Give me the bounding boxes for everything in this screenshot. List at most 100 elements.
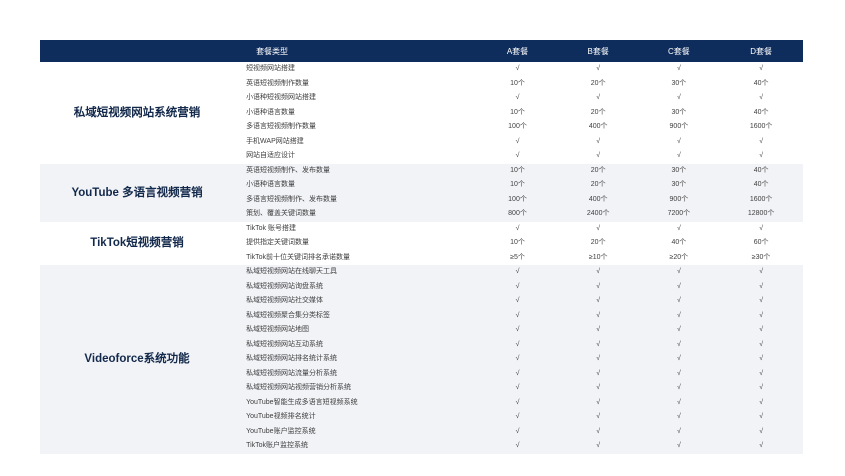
- plan-d-value: 40个: [719, 178, 803, 193]
- plan-d-value: √: [719, 366, 803, 381]
- feature-label: YouTube智能生成多语言短视频系统: [234, 395, 478, 410]
- plan-a-value: √: [477, 366, 558, 381]
- plan-b-value: 20个: [557, 163, 639, 178]
- plan-a-value: √: [477, 410, 558, 425]
- plan-b-value: 400个: [557, 192, 639, 207]
- plan-c-value: √: [638, 149, 720, 164]
- plan-b-value: √: [557, 424, 639, 439]
- pricing-table: 套餐类型 A套餐 B套餐 C套餐 D套餐 私域短视频网站系统营销 短视频网站搭建 √…: [40, 40, 803, 454]
- plan-a-value: √: [477, 265, 558, 280]
- feature-label: 小语种语言数量: [234, 178, 478, 193]
- plan-c-value: √: [638, 62, 720, 77]
- header-plan-d: D套餐: [719, 40, 803, 62]
- plan-c-value: √: [638, 221, 720, 236]
- plan-b-value: √: [557, 395, 639, 410]
- table-row: TikTok短视频营销 TikTok 账号搭建 √ √ √ √: [40, 221, 803, 265]
- plan-d-value: √: [719, 395, 803, 410]
- plan-d-value: √: [719, 424, 803, 439]
- plan-a-value: √: [477, 424, 558, 439]
- feature-label: 多语言短视频制作、发布数量: [234, 192, 478, 207]
- plan-c-value: √: [638, 323, 720, 338]
- plan-a-value: √: [477, 294, 558, 309]
- feature-label: 手机WAP网站搭建: [234, 134, 478, 149]
- plan-c-value: 30个: [638, 163, 720, 178]
- plan-b-value: √: [557, 410, 639, 425]
- plan-c-value: √: [638, 265, 720, 280]
- header-spacer: [40, 40, 235, 62]
- plan-a-value: √: [477, 62, 558, 77]
- feature-label: 网站自适应设计: [234, 149, 478, 164]
- section-title: 私域短视频网站系统营销: [40, 62, 235, 164]
- plan-b-value: √: [557, 134, 639, 149]
- plan-a-value: √: [477, 134, 558, 149]
- plan-a-value: 100个: [477, 192, 558, 207]
- plan-c-value: 900个: [638, 120, 720, 135]
- plan-c-value: √: [638, 395, 720, 410]
- plan-a-value: 10个: [477, 76, 558, 91]
- plan-d-value: √: [719, 410, 803, 425]
- plan-d-value: √: [719, 91, 803, 106]
- plan-c-value: √: [638, 91, 720, 106]
- plan-c-value: 900个: [638, 192, 720, 207]
- plan-b-value: 2400个: [557, 207, 639, 222]
- plan-a-value: √: [477, 279, 558, 294]
- plan-c-value: √: [638, 134, 720, 149]
- section-youtube: YouTube 多语言视频营销 英语短视频制作、发布数量 10个 20个 30个 40个小…: [40, 163, 803, 222]
- plan-a-value: 10个: [477, 236, 558, 251]
- feature-label: 私域短视频网站互动系统: [234, 337, 478, 352]
- plan-d-value: 12800个: [719, 207, 803, 222]
- plan-a-value: 10个: [477, 163, 558, 178]
- plan-a-value: 10个: [477, 178, 558, 193]
- feature-label: 私域短视频网站视频营销分析系统: [234, 381, 478, 396]
- feature-label: TikTok前十位关键词排名承诺数量: [234, 250, 478, 265]
- feature-label: 私域短视频网站社交媒体: [234, 294, 478, 309]
- table-row: 私域短视频网站系统营销 短视频网站搭建 √ √ √ √: [40, 62, 803, 164]
- plan-b-value: 20个: [557, 236, 639, 251]
- plan-d-value: 1600个: [719, 192, 803, 207]
- plan-d-value: √: [719, 439, 803, 454]
- plan-c-value: √: [638, 366, 720, 381]
- plan-d-value: 40个: [719, 163, 803, 178]
- plan-b-value: 20个: [557, 76, 639, 91]
- plan-d-value: √: [719, 62, 803, 77]
- plan-c-value: 30个: [638, 105, 720, 120]
- section-tiktok: TikTok短视频营销 TikTok 账号搭建 √ √ √ √ 提供指定关键词数量 10个 20…: [40, 221, 803, 265]
- plan-c-value: 40个: [638, 236, 720, 251]
- plan-c-value: √: [638, 337, 720, 352]
- plan-b-value: √: [557, 149, 639, 164]
- plan-d-value: √: [719, 323, 803, 338]
- feature-label: 短视频网站搭建: [234, 62, 478, 77]
- plan-a-value: 100个: [477, 120, 558, 135]
- section-title: YouTube 多语言视频营销: [40, 163, 235, 222]
- plan-b-value: √: [557, 366, 639, 381]
- header-package-type: 套餐类型: [234, 40, 478, 62]
- plan-d-value: √: [719, 221, 803, 236]
- feature-label: 私域短视频网站排名统计系统: [234, 352, 478, 367]
- plan-d-value: 40个: [719, 105, 803, 120]
- feature-label: 私域短视频网站地图: [234, 323, 478, 338]
- plan-a-value: √: [477, 381, 558, 396]
- table-row: Videoforce系统功能 私域短视频网站在线聊天工具 √ √ √ √: [40, 265, 803, 454]
- plan-c-value: √: [638, 381, 720, 396]
- feature-label: 英语短视频制作数量: [234, 76, 478, 91]
- feature-label: 英语短视频制作、发布数量: [234, 163, 478, 178]
- plan-c-value: 30个: [638, 76, 720, 91]
- plan-b-value: √: [557, 62, 639, 77]
- plan-c-value: √: [638, 424, 720, 439]
- plan-d-value: √: [719, 337, 803, 352]
- plan-c-value: √: [638, 352, 720, 367]
- plan-d-value: √: [719, 265, 803, 280]
- plan-d-value: √: [719, 308, 803, 323]
- plan-c-value: √: [638, 410, 720, 425]
- feature-label: YouTube账户监控系统: [234, 424, 478, 439]
- plan-d-value: √: [719, 352, 803, 367]
- plan-d-value: √: [719, 149, 803, 164]
- feature-label: YouTube视频排名统计: [234, 410, 478, 425]
- feature-label: 策划、覆盖关键词数量: [234, 207, 478, 222]
- table-header: 套餐类型 A套餐 B套餐 C套餐 D套餐: [40, 40, 803, 62]
- plan-a-value: √: [477, 337, 558, 352]
- plan-b-value: 400个: [557, 120, 639, 135]
- plan-c-value: √: [638, 279, 720, 294]
- table-row: YouTube 多语言视频营销 英语短视频制作、发布数量 10个 20个 30个 40个: [40, 163, 803, 222]
- plan-c-value: 7200个: [638, 207, 720, 222]
